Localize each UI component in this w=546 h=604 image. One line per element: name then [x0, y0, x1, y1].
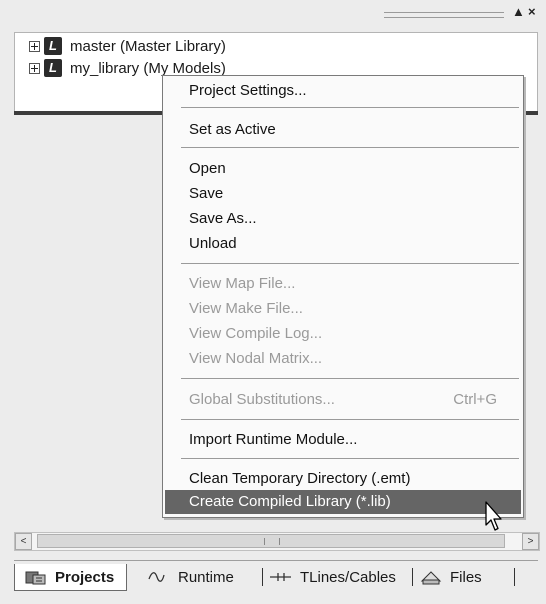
tab-separator [412, 568, 413, 586]
tab-projects[interactable]: Projects [14, 564, 128, 591]
expand-icon[interactable] [29, 62, 40, 74]
tab-files[interactable]: Files [420, 564, 482, 590]
scroll-thumb[interactable] [37, 534, 505, 548]
menu-item-set-as-active[interactable]: Set as Active [189, 120, 276, 140]
scroll-grip-icon [264, 538, 280, 545]
menu-separator [181, 378, 519, 379]
pin-icon[interactable]: ▲ [512, 5, 525, 19]
tab-tlines-cables[interactable]: TLines/Cables [270, 564, 396, 590]
menu-separator [181, 419, 519, 420]
scroll-left-button[interactable]: < [15, 533, 32, 550]
menu-item-view-make-file: View Make File... [189, 300, 303, 317]
tab-runtime[interactable]: Runtime [148, 564, 234, 590]
menu-item-project-settings[interactable]: Project Settings... [189, 81, 307, 101]
scroll-right-button[interactable]: > [522, 533, 539, 550]
library-icon: L [44, 37, 62, 55]
runtime-icon [148, 572, 165, 582]
menu-separator [181, 147, 519, 148]
tree-item-master[interactable]: L master (Master Library) [29, 35, 226, 57]
tab-separator [262, 568, 263, 586]
horizontal-scrollbar[interactable]: < > [14, 532, 540, 551]
tab-separator [514, 568, 515, 586]
tab-label: Projects [55, 568, 115, 586]
tree-item-label: master (Master Library) [70, 37, 226, 55]
bottom-tab-bar: Projects Runtime TLines/Cables Files [14, 560, 538, 593]
pane-title-bar: ▲ × [0, 0, 546, 22]
mouse-cursor-icon [485, 501, 502, 531]
tree-item-label: my_library (My Models) [70, 59, 226, 77]
projects-icon [25, 571, 46, 585]
shortcut-ctrl-g: Ctrl+G [453, 391, 497, 408]
tlines-icon [270, 573, 291, 581]
menu-item-save-as[interactable]: Save As... [189, 209, 257, 229]
menu-separator [181, 458, 519, 459]
menu-item-clean-temporary-directory[interactable]: Clean Temporary Directory (.emt) [189, 469, 410, 489]
menu-item-open[interactable]: Open [189, 159, 226, 179]
tab-label: Runtime [178, 568, 234, 586]
library-icon: L [44, 59, 62, 77]
menu-item-create-compiled-library[interactable]: Create Compiled Library (*.lib) [165, 490, 521, 514]
menu-item-unload[interactable]: Unload [189, 234, 237, 254]
menu-item-import-runtime-module[interactable]: Import Runtime Module... [189, 430, 357, 450]
menu-separator [181, 107, 519, 108]
menu-item-global-substitutions: Global Substitutions... [189, 391, 335, 408]
menu-item-view-compile-log: View Compile Log... [189, 325, 323, 342]
menu-separator [181, 263, 519, 264]
menu-item-save[interactable]: Save [189, 184, 223, 204]
menu-item-view-nodal-matrix: View Nodal Matrix... [189, 350, 323, 367]
menu-item-view-map-file: View Map File... [189, 275, 296, 292]
files-icon [420, 571, 442, 585]
expand-icon[interactable] [29, 40, 40, 52]
pane-grip[interactable] [384, 12, 504, 18]
context-menu: Project Settings... Set as Active Open S… [162, 75, 524, 518]
tab-label: TLines/Cables [300, 568, 396, 586]
close-icon[interactable]: × [528, 5, 536, 19]
tab-label: Files [450, 568, 482, 586]
menu-item-label: Create Compiled Library (*.lib) [189, 493, 391, 510]
